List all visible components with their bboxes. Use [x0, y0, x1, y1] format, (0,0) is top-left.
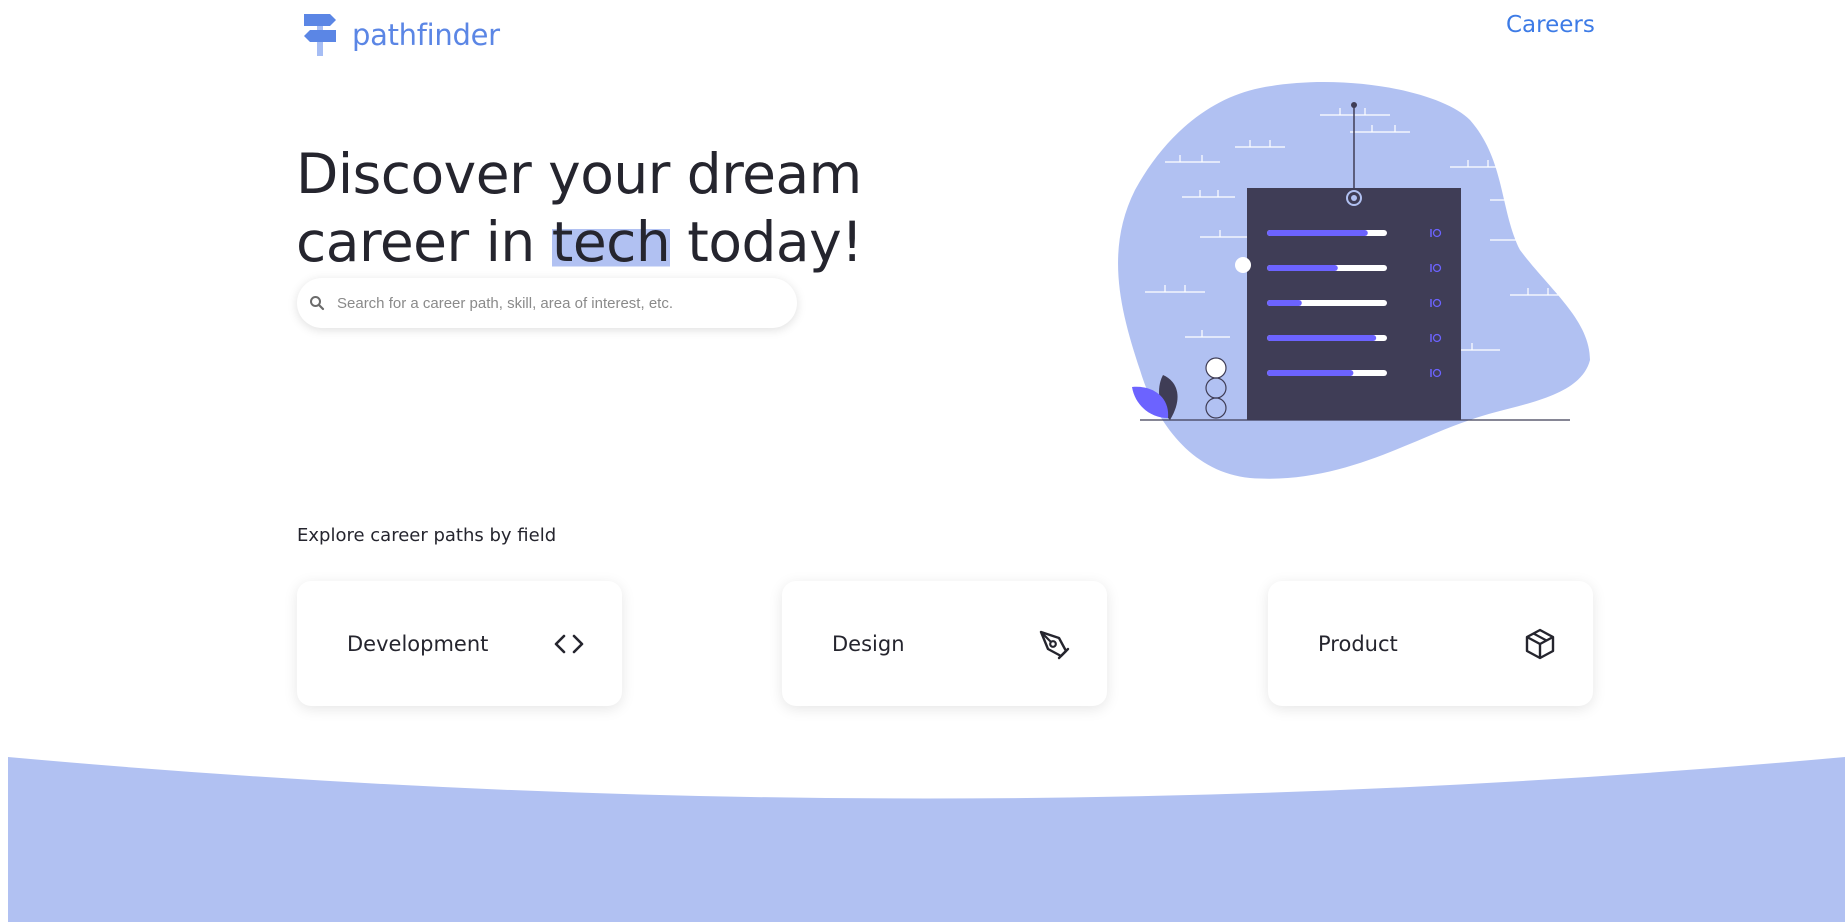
rack-bar-fill: [1267, 335, 1377, 341]
explore-heading: Explore career paths by field: [297, 525, 557, 546]
pen-tool-icon: [1039, 630, 1070, 659]
hero-title: Discover your dream career in tech today…: [296, 140, 863, 276]
hero-title-highlight: tech: [551, 210, 671, 274]
code-icon: [554, 634, 584, 653]
signpost-icon: [304, 14, 336, 56]
card-product[interactable]: Product: [1268, 581, 1593, 706]
search-icon: [310, 296, 325, 311]
card-development-label: Development: [347, 631, 489, 656]
search-input[interactable]: [337, 294, 757, 312]
site-header: pathfinder Careers: [0, 0, 1845, 70]
box-icon: [1525, 628, 1555, 659]
card-design-label: Design: [832, 631, 905, 656]
rack-bar-fill: [1267, 230, 1368, 236]
rack-bar-fill: [1267, 300, 1302, 306]
hero-illustration: [1118, 82, 1590, 479]
card-design[interactable]: Design: [782, 581, 1107, 706]
brand-name: pathfinder: [352, 18, 500, 52]
hero-title-part2: career in: [296, 210, 552, 274]
search-bar[interactable]: [297, 278, 797, 328]
card-product-label: Product: [1318, 631, 1398, 656]
footer-wave: [8, 757, 1845, 922]
rack-bar-fill: [1267, 370, 1354, 376]
nav-careers-link[interactable]: Careers: [1506, 12, 1595, 38]
hero-title-line1: Discover your dream: [296, 142, 862, 206]
brand-logo-link[interactable]: pathfinder: [300, 12, 500, 58]
card-development[interactable]: Development: [297, 581, 622, 706]
hero-title-part3: today!: [670, 210, 863, 274]
rack-bar-fill: [1267, 265, 1338, 271]
